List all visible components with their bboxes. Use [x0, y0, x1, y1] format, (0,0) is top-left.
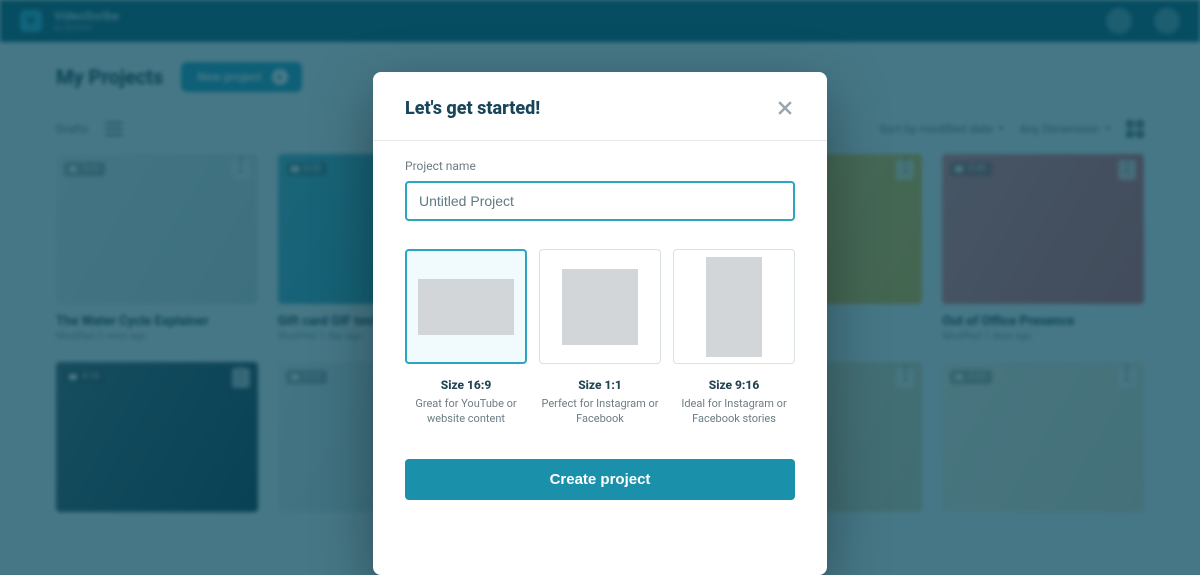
create-project-button[interactable]: Create project	[405, 459, 795, 500]
aspect-tile-wide[interactable]	[405, 249, 527, 364]
project-name-input[interactable]	[405, 181, 795, 221]
aspect-preview	[562, 269, 638, 345]
aspect-label: Size 9:16	[673, 378, 795, 392]
modal-overlay[interactable]: Let's get started! Project name Size 16:…	[0, 0, 1200, 575]
aspect-description: Great for YouTube or website content	[405, 396, 527, 427]
modal-title: Let's get started!	[405, 98, 540, 119]
aspect-option: Size 1:1 Perfect for Instagram or Faceboo…	[539, 249, 661, 427]
aspect-tile-tall[interactable]	[673, 249, 795, 364]
aspect-tile-square[interactable]	[539, 249, 661, 364]
close-icon	[775, 98, 795, 118]
aspect-preview	[418, 279, 514, 335]
aspect-option: Size 16:9 Great for YouTube or website co…	[405, 249, 527, 427]
new-project-modal: Let's get started! Project name Size 16:…	[373, 72, 827, 575]
aspect-description: Perfect for Instagram or Facebook	[539, 396, 661, 427]
aspect-label: Size 1:1	[539, 378, 661, 392]
close-button[interactable]	[771, 94, 799, 122]
aspect-label: Size 16:9	[405, 378, 527, 392]
aspect-ratio-row: Size 16:9 Great for YouTube or website co…	[405, 249, 795, 427]
aspect-preview	[706, 257, 762, 357]
modal-header: Let's get started!	[373, 72, 827, 141]
aspect-option: Size 9:16 Ideal for Instagram or Facebook…	[673, 249, 795, 427]
aspect-description: Ideal for Instagram or Facebook stories	[673, 396, 795, 427]
project-name-label: Project name	[405, 159, 795, 173]
modal-body: Project name Size 16:9 Great for YouTube …	[373, 141, 827, 528]
